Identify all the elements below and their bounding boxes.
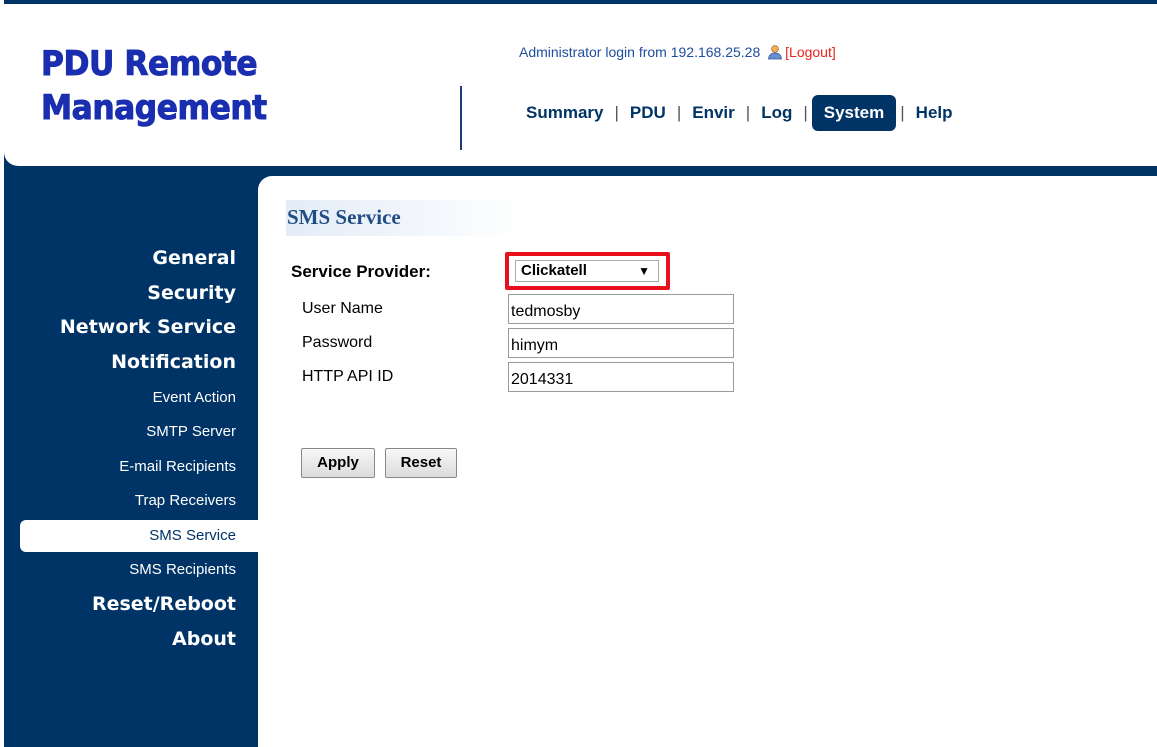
nav-pdu[interactable]: PDU — [630, 103, 666, 123]
sidebar-item-reset-reboot[interactable]: Reset/Reboot — [92, 593, 236, 615]
sidebar-item-notification[interactable]: Notification — [111, 351, 236, 373]
login-text: Administrator login from 192.168.25.28 — [519, 44, 761, 60]
nav-envir[interactable]: Envir — [692, 103, 735, 123]
sidebar: General Security Network Service Notific… — [4, 176, 258, 747]
service-provider-label: Service Provider: — [291, 262, 431, 281]
service-provider-select[interactable]: Clickatell ▼ — [515, 260, 659, 282]
nav-separator: | — [900, 103, 905, 122]
nav-separator: | — [803, 103, 808, 122]
page-title-text: SMS Service — [287, 205, 401, 229]
logo-line2: Management — [41, 88, 268, 129]
apply-button[interactable]: Apply — [301, 448, 375, 478]
sidebar-item-event-action[interactable]: Event Action — [153, 389, 236, 406]
user-name-input[interactable] — [508, 294, 734, 324]
user-icon — [767, 44, 783, 60]
header: PDU Remote Management Administrator logi… — [4, 4, 1157, 166]
nav-system[interactable]: System — [811, 95, 897, 131]
page-title: SMS Service — [286, 200, 526, 236]
provider-highlight-box: Clickatell ▼ — [505, 252, 670, 290]
http-api-id-input[interactable] — [508, 362, 734, 392]
sidebar-item-network-service[interactable]: Network Service — [60, 316, 236, 338]
sidebar-item-sms-recipients[interactable]: SMS Recipients — [129, 561, 236, 578]
logout-link[interactable]: [Logout] — [785, 44, 836, 60]
content-panel: SMS Service Service Provider: Clickatell… — [258, 176, 1157, 747]
nav-separator: | — [745, 103, 751, 122]
nav-log[interactable]: Log — [761, 103, 792, 123]
sidebar-item-general[interactable]: General — [152, 247, 236, 269]
sidebar-item-email-recipients[interactable]: E-mail Recipients — [119, 458, 236, 475]
sidebar-item-trap-receivers[interactable]: Trap Receivers — [135, 492, 236, 509]
nav-help[interactable]: Help — [916, 103, 953, 123]
login-info: Administrator login from 192.168.25.28 [… — [519, 44, 836, 60]
sidebar-item-about[interactable]: About — [172, 628, 236, 650]
logo-line1: PDU Remote — [41, 44, 259, 85]
nav-separator: | — [676, 103, 682, 122]
logo: PDU Remote Management — [41, 42, 268, 130]
password-label: Password — [302, 334, 373, 351]
top-nav: Summary | PDU | Envir | Log | System | H… — [526, 91, 953, 135]
sidebar-item-smtp-server[interactable]: SMTP Server — [146, 423, 236, 440]
user-name-label: User Name — [302, 300, 383, 317]
nav-summary[interactable]: Summary — [526, 103, 603, 123]
nav-separator: | — [614, 103, 619, 122]
chevron-down-icon: ▼ — [638, 264, 650, 278]
service-provider-value: Clickatell — [521, 262, 587, 279]
password-input[interactable] — [508, 328, 734, 358]
sidebar-item-security[interactable]: Security — [147, 282, 236, 304]
header-divider — [460, 86, 462, 150]
sidebar-item-sms-service[interactable]: SMS Service — [149, 527, 236, 544]
reset-button[interactable]: Reset — [385, 448, 457, 478]
http-api-id-label: HTTP API ID — [302, 368, 394, 385]
